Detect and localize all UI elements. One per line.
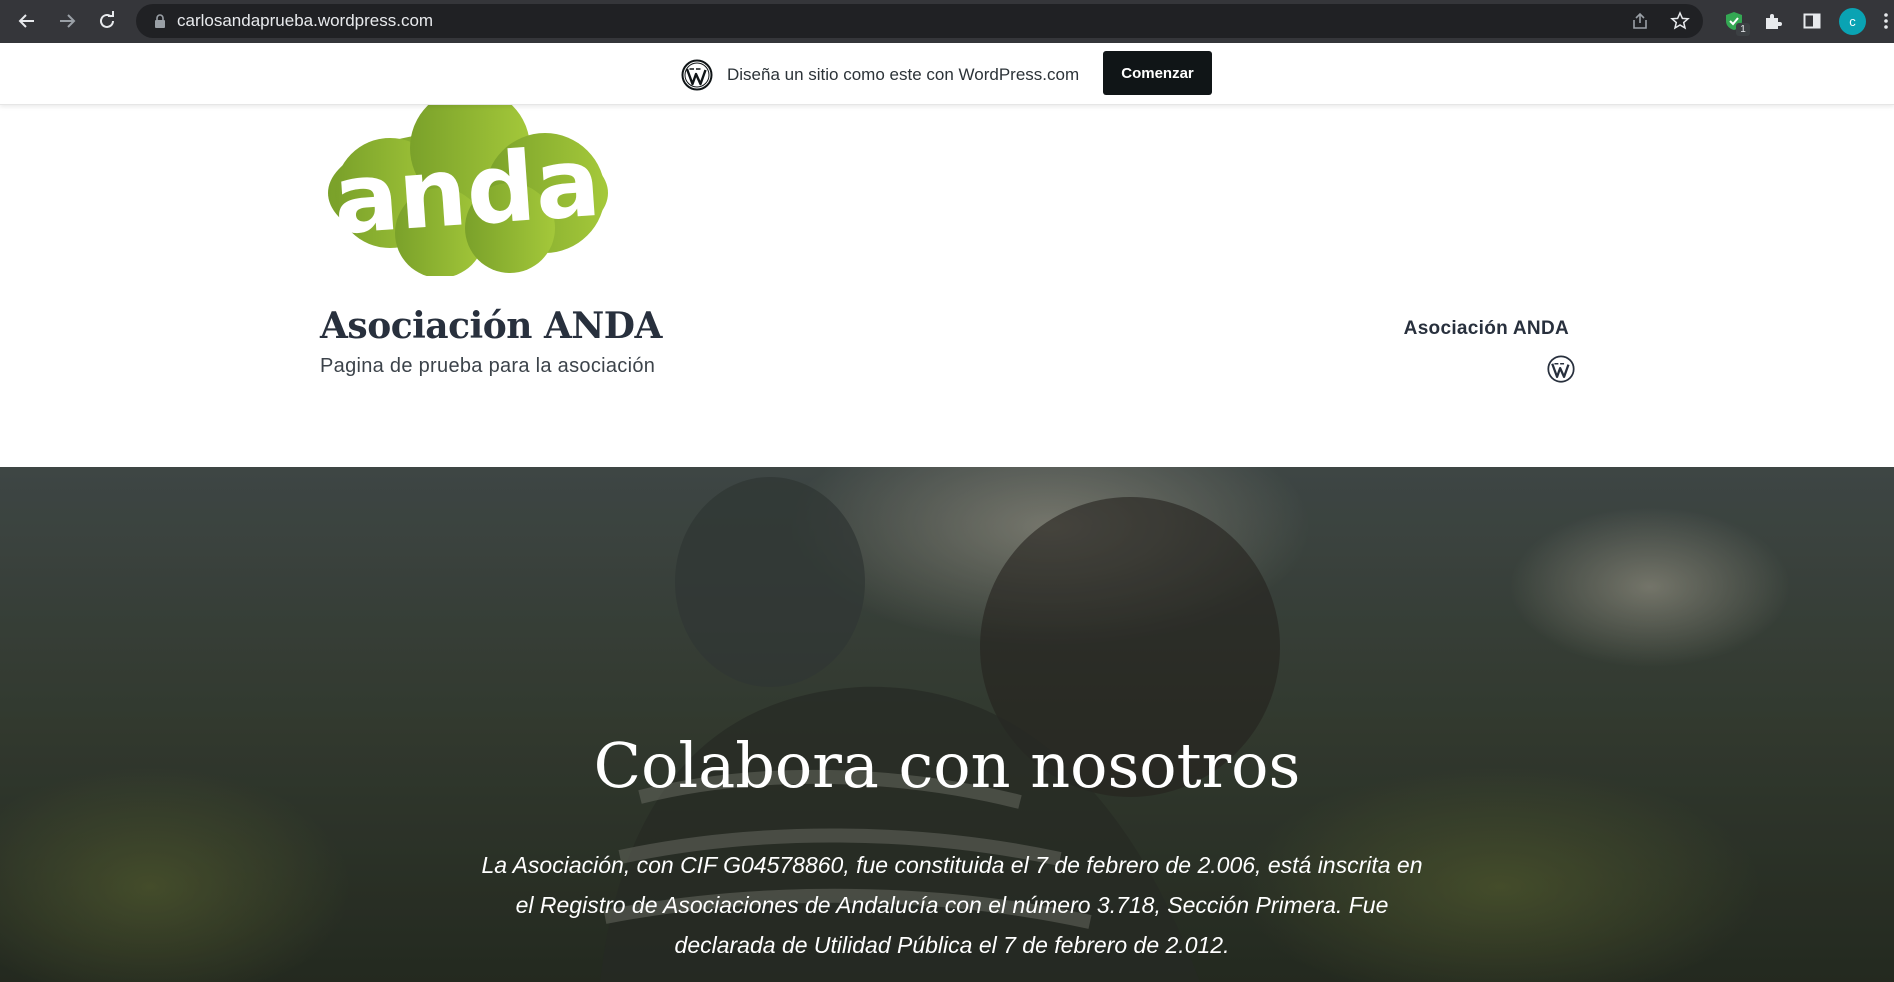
forward-button[interactable] bbox=[52, 6, 82, 36]
logo-text: anda bbox=[330, 126, 604, 256]
hero-cover: Colabora con nosotros La Asociación, con… bbox=[0, 467, 1894, 982]
wordpress-social-icon[interactable] bbox=[1547, 355, 1575, 383]
share-icon[interactable] bbox=[1628, 9, 1652, 33]
nav-menu-item[interactable]: Asociación ANDA bbox=[1399, 318, 1569, 340]
reload-button[interactable] bbox=[92, 6, 122, 36]
banner-text: Diseña un sitio como este con WordPress.… bbox=[727, 65, 1080, 84]
site-title[interactable]: Asociación ANDA bbox=[320, 305, 662, 347]
arrow-left-icon bbox=[18, 14, 34, 28]
address-bar[interactable]: carlosandaprueba.wordpress.com bbox=[136, 4, 1703, 38]
hero-title: Colabora con nosotros bbox=[593, 729, 1301, 802]
reload-icon bbox=[100, 11, 114, 28]
extension-badge: 1 bbox=[1736, 23, 1750, 36]
arrow-right-icon bbox=[60, 14, 76, 28]
wordpress-logo-icon[interactable] bbox=[681, 59, 713, 91]
hero-paragraph: La Asociación, con CIF G04578860, fue co… bbox=[481, 852, 1423, 958]
kebab-menu-icon[interactable] bbox=[1878, 7, 1894, 35]
site-logo[interactable]: anda bbox=[320, 88, 616, 278]
start-button[interactable]: Comenzar bbox=[1103, 51, 1212, 95]
shield-extension-icon[interactable]: 1 bbox=[1720, 7, 1750, 36]
profile-avatar[interactable]: c bbox=[1839, 8, 1866, 35]
url-text[interactable]: carlosandaprueba.wordpress.com bbox=[177, 11, 433, 31]
wordpress-promo-banner: Diseña un sitio como este con WordPress.… bbox=[0, 43, 1894, 105]
lock-icon[interactable] bbox=[148, 9, 172, 33]
bookmark-star-icon[interactable] bbox=[1668, 9, 1692, 33]
extensions-puzzle-icon[interactable] bbox=[1759, 7, 1787, 35]
side-panel-icon[interactable] bbox=[1798, 7, 1826, 35]
site-tagline: Pagina de prueba para la asociación bbox=[320, 355, 656, 377]
back-button[interactable] bbox=[12, 6, 42, 36]
browser-toolbar: carlosandaprueba.wordpress.com 1 c bbox=[0, 0, 1894, 43]
